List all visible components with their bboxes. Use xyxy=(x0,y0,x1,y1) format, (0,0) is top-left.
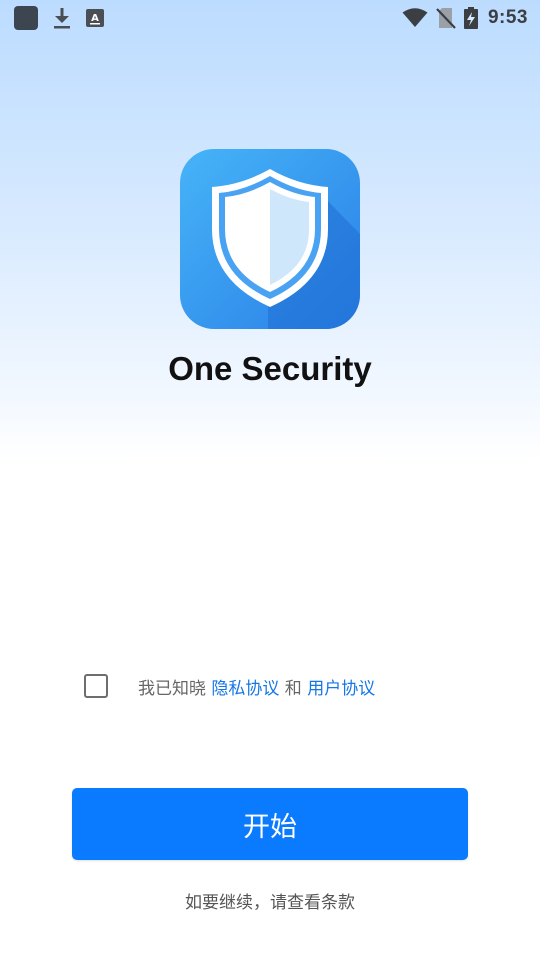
agreement-conjunction: 和 xyxy=(279,678,308,699)
user-agreement-link[interactable]: 用户协议 xyxy=(307,679,375,699)
terms-hint: 如要继续，请查看条款 xyxy=(185,893,355,913)
download-icon xyxy=(54,8,70,29)
no-sim-icon xyxy=(436,8,456,29)
svg-text:A: A xyxy=(91,13,99,24)
status-bar: A 9:53 xyxy=(0,0,540,36)
agreement-prefix: 我已知晓 xyxy=(138,678,212,699)
status-bar-right: 9:53 xyxy=(402,6,528,30)
app-notification-icon xyxy=(14,6,38,30)
agreement-text: 我已知晓 隐私协议 和 用户协议 xyxy=(138,674,375,699)
start-button[interactable]: 开始 xyxy=(72,788,468,860)
wifi-icon xyxy=(402,8,428,27)
welcome-screen: A 9:53 One Security 我已知晓 隐私协议 和 用户协议 开始 … xyxy=(0,0,540,960)
shield-icon xyxy=(180,149,360,329)
start-button-label: 开始 xyxy=(243,811,297,843)
app-title: One Security xyxy=(168,350,372,387)
text-a-icon: A xyxy=(86,9,104,27)
status-bar-left: A xyxy=(14,6,104,30)
agreement-row: 我已知晓 隐私协议 和 用户协议 xyxy=(84,672,375,700)
agreement-checkbox[interactable] xyxy=(84,674,108,698)
privacy-policy-link[interactable]: 隐私协议 xyxy=(211,679,279,699)
battery-charging-icon xyxy=(463,7,478,29)
status-time: 9:53 xyxy=(487,7,528,28)
